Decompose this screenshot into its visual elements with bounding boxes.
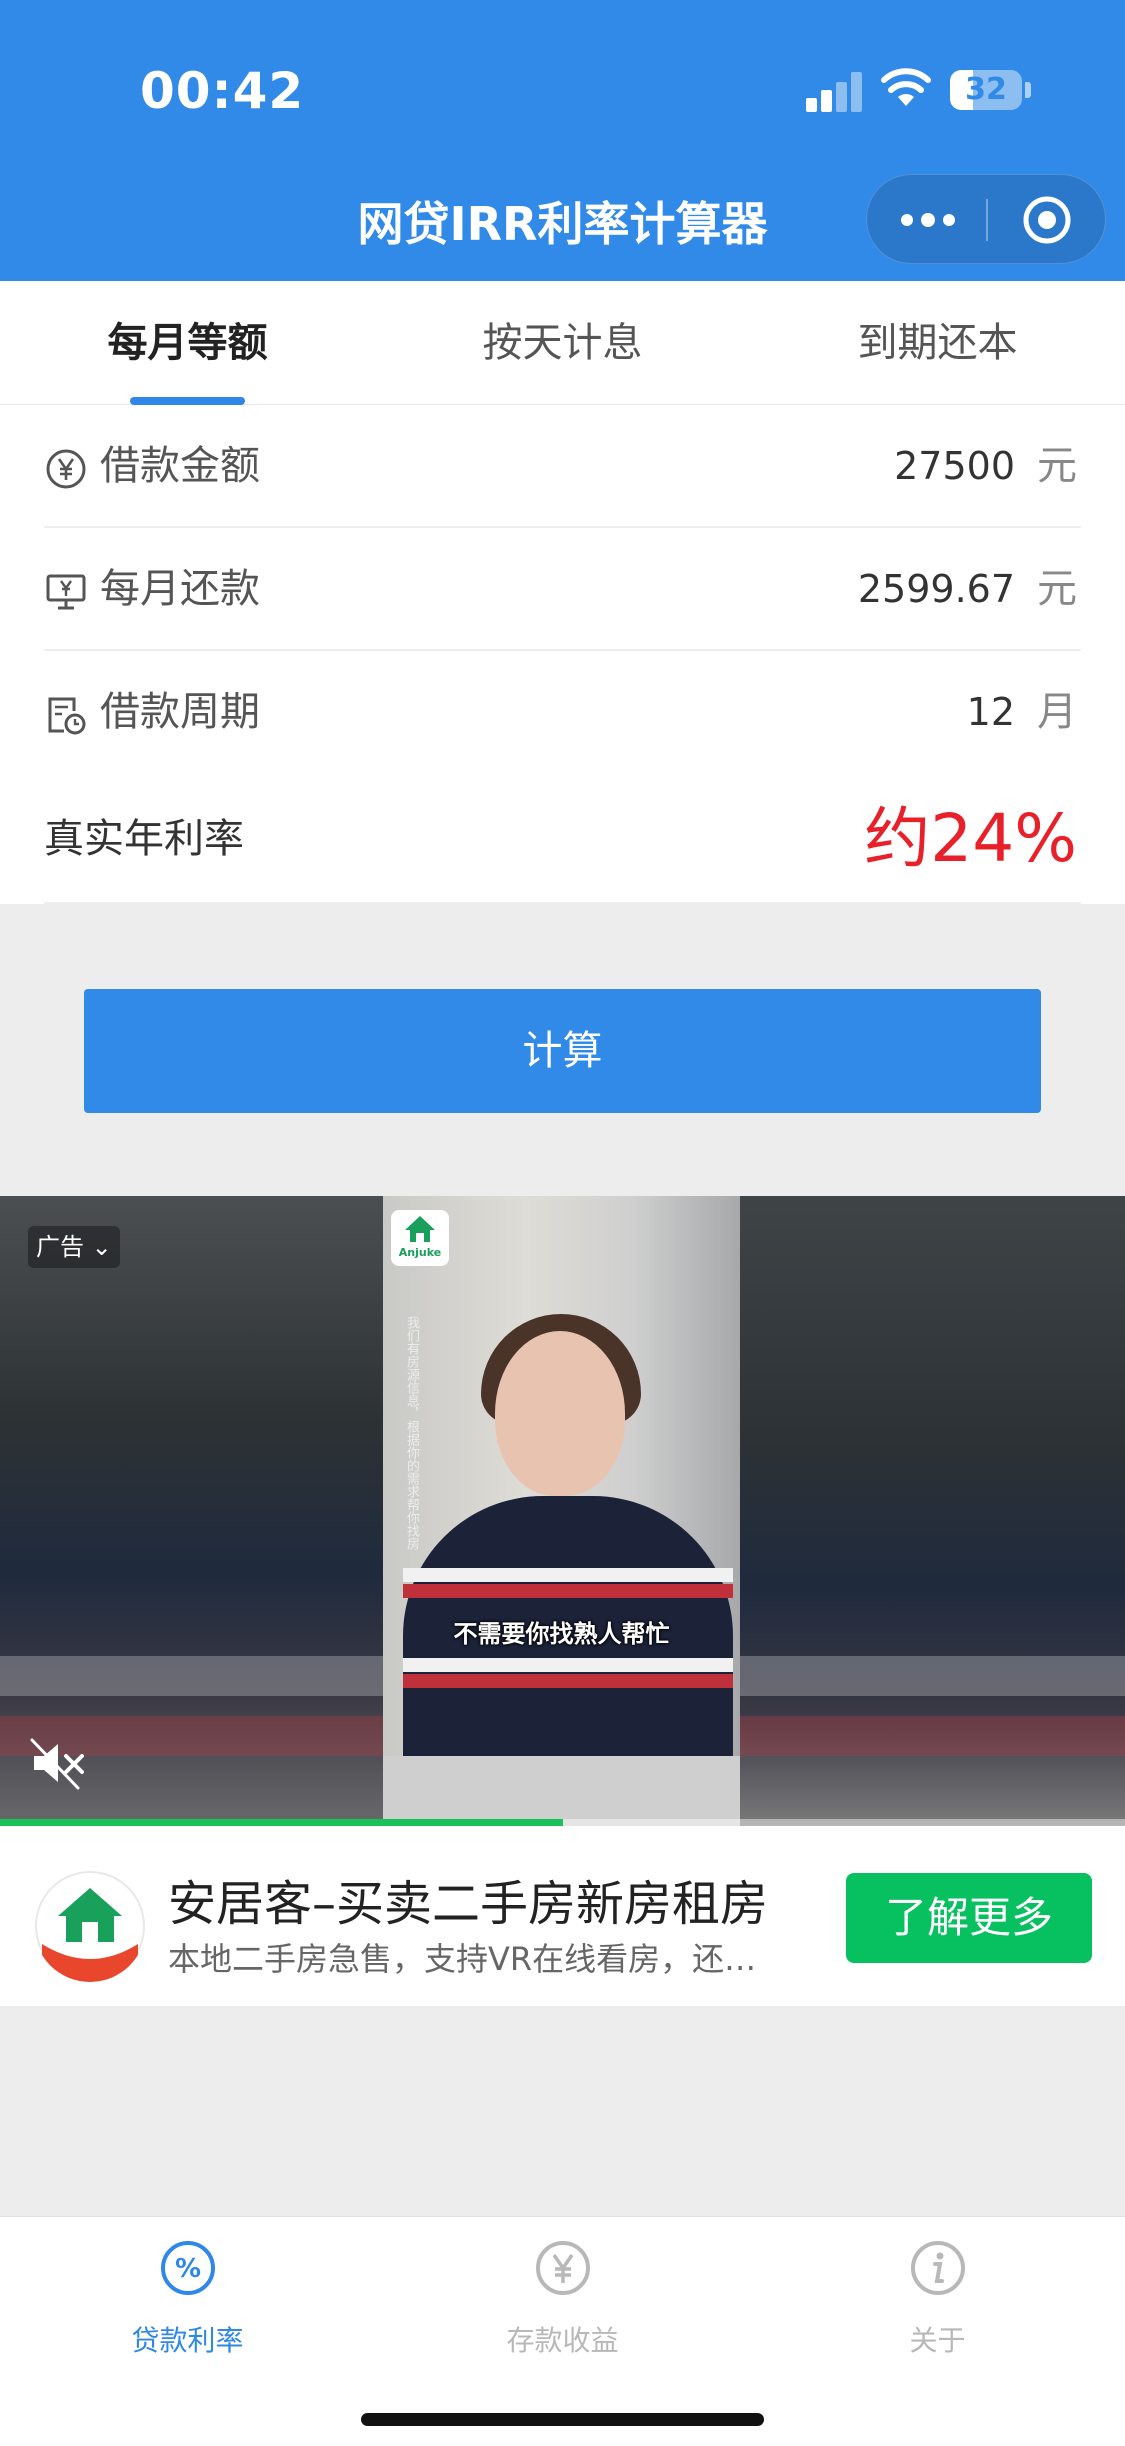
- percent-circle-icon: %: [161, 2241, 215, 2295]
- tab-daily-interest[interactable]: 按天计息: [375, 281, 750, 405]
- monthly-payment-unit: 元: [1037, 566, 1077, 612]
- house-icon: [405, 1216, 435, 1242]
- battery-tip: [1025, 82, 1031, 98]
- tab-label: 每月等额: [107, 320, 268, 366]
- monitor-yen-icon: [46, 574, 86, 610]
- tab-bar: 每月等额 按天计息 到期还本: [0, 281, 1125, 405]
- loan-amount-row[interactable]: 借款金额 27500 元: [0, 405, 1125, 528]
- loan-amount-input[interactable]: 27500: [894, 405, 1015, 528]
- ad-video-progress-fill: [0, 1819, 563, 1826]
- cellular-signal-icon: [806, 72, 862, 112]
- learn-more-button[interactable]: 了解更多: [846, 1873, 1092, 1963]
- monthly-payment-label: 每月还款: [100, 566, 260, 612]
- monthly-payment-row[interactable]: 每月还款 2599.67 元: [0, 528, 1125, 651]
- nav-item-loan-rate[interactable]: % 贷款利率: [0, 2217, 375, 2367]
- annual-rate-row: 真实年利率 约24%: [0, 774, 1125, 904]
- home-indicator[interactable]: [361, 2413, 764, 2426]
- anjuke-app-icon: [34, 1870, 146, 1982]
- target-circle-icon[interactable]: [987, 175, 1107, 265]
- battery-indicator: 32: [950, 70, 1022, 110]
- ad-video[interactable]: Anjuke 我们有房源信息，根据你的需求帮你找房 不需要你找熟人帮忙 广告 ⌄: [0, 1196, 1125, 1826]
- row-divider: [44, 902, 1081, 904]
- bottom-navigation: % 贷款利率 存款收益 关于: [0, 2216, 1125, 2446]
- anjuke-logo-text: Anjuke: [398, 1246, 442, 1259]
- ad-video-desk: [383, 1756, 740, 1826]
- mini-program-capsule: [866, 174, 1106, 264]
- ad-info-card[interactable]: 安居客–买卖二手房新房租房 本地二手房急售，支持VR在线看房，还有更多优质房源 …: [0, 1826, 1125, 2006]
- ad-caption: 不需要你找熟人帮忙: [453, 1620, 670, 1648]
- ad-vertical-subtitle: 我们有房源信息，根据你的需求帮你找房: [404, 1316, 419, 1550]
- loan-form: 借款金额 27500 元 每月还款 2599.67 元 借款周期 12 月 真实…: [0, 405, 1125, 904]
- loan-amount-label: 借款金额: [100, 443, 260, 489]
- loan-period-unit: 月: [1037, 689, 1077, 735]
- chevron-down-icon: ⌄: [91, 1233, 112, 1261]
- ad-video-progress: [0, 1819, 1125, 1826]
- annual-rate-label: 真实年利率: [44, 816, 244, 862]
- ad-video-frame: Anjuke 我们有房源信息，根据你的需求帮你找房 不需要你找熟人帮忙: [383, 1196, 740, 1826]
- status-time: 00:42: [140, 62, 305, 120]
- calculate-button[interactable]: 计算: [84, 989, 1041, 1113]
- loan-period-label: 借款周期: [100, 689, 260, 735]
- calendar-clock-icon: [48, 697, 86, 735]
- ad-video-blur-left: [0, 1196, 383, 1826]
- ad-tag-text: 广告: [36, 1233, 84, 1261]
- yen-circle-icon: [46, 449, 86, 489]
- ad-label[interactable]: 广告 ⌄: [28, 1226, 120, 1268]
- battery-level: 32: [965, 72, 1007, 107]
- nav-item-about[interactable]: 关于: [750, 2217, 1125, 2367]
- loan-period-row[interactable]: 借款周期 12 月: [0, 651, 1125, 774]
- house-icon: [35, 1871, 145, 1982]
- ad-description: 本地二手房急售，支持VR在线看房，还有更多优质房源: [168, 1940, 788, 1978]
- loan-period-input[interactable]: 12: [967, 651, 1015, 774]
- mute-icon[interactable]: [28, 1736, 88, 1790]
- info-circle-icon: [911, 2241, 965, 2295]
- loan-amount-unit: 元: [1037, 443, 1077, 489]
- yen-circle-icon: [536, 2241, 590, 2295]
- ad-video-face: [495, 1331, 625, 1496]
- tab-label: 按天计息: [482, 320, 643, 366]
- nav-label: 贷款利率: [131, 2324, 244, 2357]
- header-bar: 00:42 32 网贷IRR利率计算器: [0, 0, 1125, 281]
- nav-label: 存款收益: [506, 2324, 619, 2357]
- ad-app-name: 安居客–买卖二手房新房租房: [168, 1876, 769, 1932]
- monthly-payment-input[interactable]: 2599.67: [858, 528, 1015, 651]
- ad-video-blur-right: [740, 1196, 1125, 1826]
- svg-text:%: %: [175, 2254, 201, 2284]
- more-dots-icon[interactable]: [867, 175, 987, 265]
- tab-monthly-equal[interactable]: 每月等额: [0, 281, 375, 405]
- nav-label: 关于: [909, 2324, 966, 2357]
- tab-repay-at-maturity[interactable]: 到期还本: [750, 281, 1125, 405]
- wifi-icon: [881, 68, 931, 106]
- annual-rate-value: 约24%: [864, 800, 1077, 877]
- tab-active-indicator: [130, 397, 245, 405]
- anjuke-logo: Anjuke: [391, 1210, 449, 1266]
- tab-label: 到期还本: [857, 320, 1018, 366]
- nav-item-deposit-yield[interactable]: 存款收益: [375, 2217, 750, 2367]
